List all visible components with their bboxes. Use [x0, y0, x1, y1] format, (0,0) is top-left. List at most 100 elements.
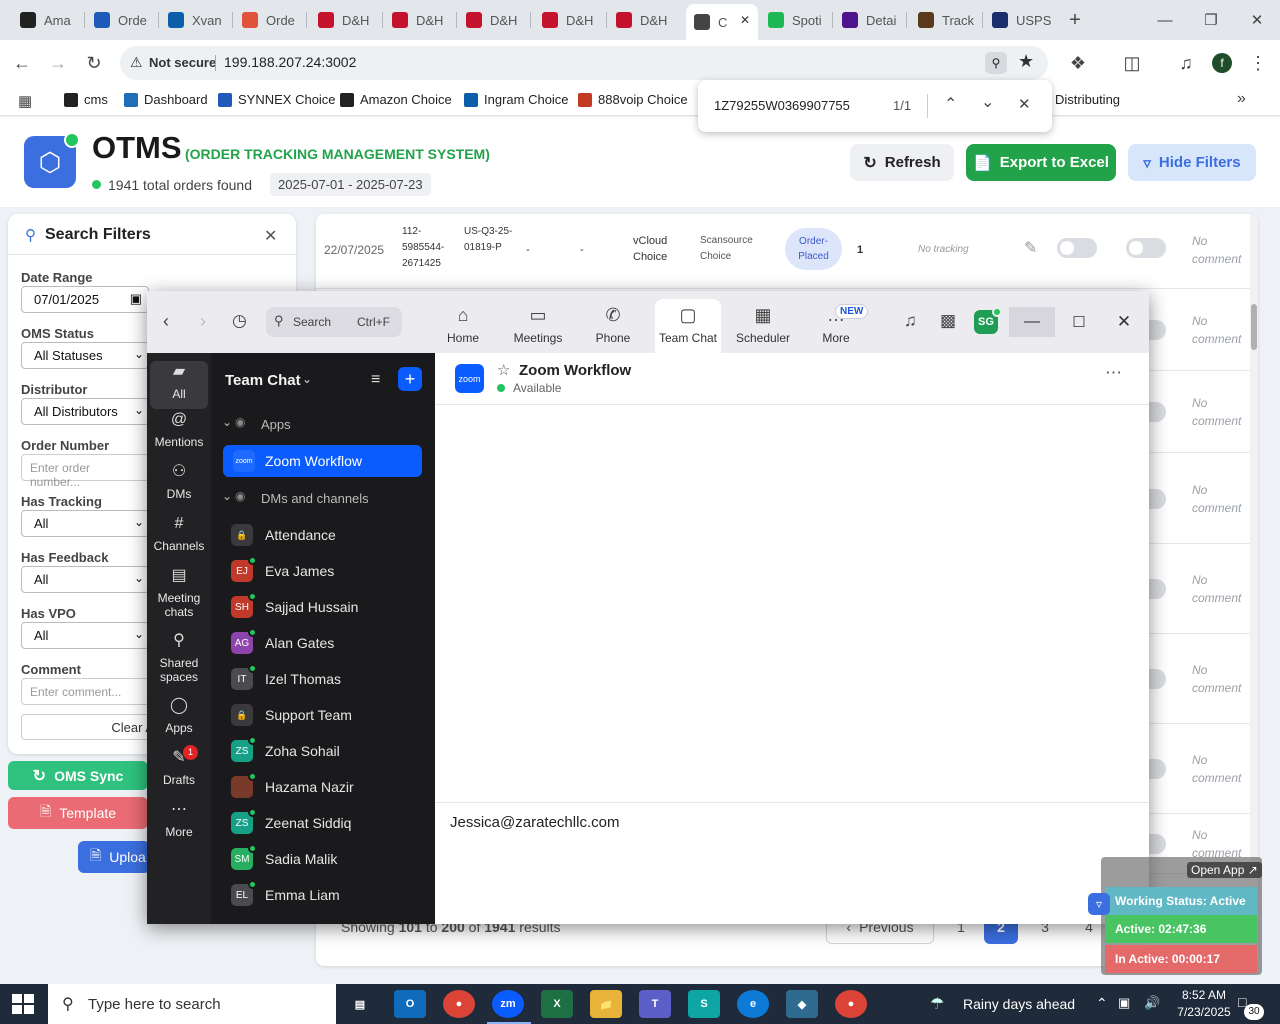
browser-restore-icon[interactable]: ❐ — [1188, 0, 1234, 40]
taskbar-search-box[interactable]: ⚲ Type here to search — [48, 984, 336, 1024]
zoom-tab-phone[interactable]: ✆ Phone — [580, 299, 646, 353]
channel-item[interactable]: SH Sajjad Hussain — [231, 591, 427, 623]
browser-tab[interactable]: D&H — [458, 6, 528, 34]
network-icon[interactable]: ▣ — [1118, 995, 1130, 1011]
chat-options-icon[interactable]: ⋯ — [1105, 363, 1122, 383]
browser-tab[interactable]: D&H — [534, 6, 604, 34]
bookmark-item[interactable]: Amazon Choice — [340, 92, 452, 107]
weather-text[interactable]: Rainy days ahead — [963, 996, 1075, 1012]
apps-grid-icon[interactable]: ▦ — [18, 92, 32, 110]
clear-all-button[interactable]: Clear A — [21, 714, 161, 740]
back-icon[interactable]: ← — [9, 50, 35, 76]
edit-icon[interactable]: ✎ — [1024, 238, 1037, 258]
channel-item[interactable]: AG Alan Gates — [231, 627, 427, 659]
tab-close-icon[interactable]: ✕ — [740, 13, 750, 27]
cast-icon[interactable]: ◫ — [1119, 50, 1145, 76]
table-scrollbar[interactable] — [1250, 214, 1258, 874]
scrollbar-thumb[interactable] — [1251, 304, 1257, 350]
rail-item-all[interactable]: ▰ All — [150, 361, 208, 409]
widget-handle-icon[interactable]: ▿ — [1088, 893, 1110, 915]
media-control-icon[interactable]: ♫ — [1173, 50, 1199, 76]
channel-item[interactable]: 🔒 Support Team — [231, 699, 427, 731]
export-excel-button[interactable]: 📄 Export to Excel — [966, 144, 1116, 181]
rail-item-meeting-chats[interactable]: ▤ Meeting chats — [150, 568, 208, 620]
browser-minimize-icon[interactable]: — — [1142, 0, 1188, 40]
refresh-button[interactable]: ↻ Refresh — [850, 144, 954, 181]
zoom-forward-icon[interactable]: › — [200, 311, 206, 332]
tray-chevron-icon[interactable]: ⌃ — [1096, 995, 1108, 1012]
browser-menu-icon[interactable]: ⋮ — [1245, 50, 1271, 76]
browser-tab[interactable]: D&H — [608, 6, 678, 34]
browser-tab[interactable]: Orde — [234, 6, 304, 34]
rail-item-apps[interactable]: ◯ Apps — [150, 698, 208, 736]
zoom-minimize-icon[interactable]: — — [1009, 307, 1055, 337]
message-composer[interactable]: Jessica@zaratechllc.com — [450, 814, 619, 831]
find-next-icon[interactable]: ⌄ — [981, 92, 994, 112]
channel-item[interactable]: IT Izel Thomas — [231, 663, 427, 695]
bookmark-item[interactable]: cms — [64, 92, 108, 107]
vpo-toggle[interactable] — [1126, 238, 1166, 258]
channel-item[interactable]: ZS Zoha Sohail — [231, 735, 427, 767]
browser-tab[interactable]: D&H — [384, 6, 454, 34]
favorite-star-icon[interactable]: ☆ — [497, 361, 510, 379]
teams-icon[interactable]: T — [639, 990, 671, 1018]
whiteboard-icon[interactable]: ▩ — [940, 311, 956, 331]
app-s-icon[interactable]: S — [688, 990, 720, 1018]
channel-item[interactable]: 🔒 Attendance — [231, 519, 427, 551]
new-chat-button[interactable]: + — [398, 367, 422, 391]
reload-icon[interactable]: ↻ — [81, 50, 107, 76]
distributor-select[interactable]: All Distributors ⌄ — [21, 398, 149, 425]
zoom-tab-home[interactable]: ⌂ Home — [430, 299, 496, 353]
channel-item[interactable]: SM Sadia Malik — [231, 843, 427, 875]
find-query-input[interactable]: 1Z79255W0369907755 — [714, 98, 850, 113]
browser-tab[interactable]: Ama — [12, 6, 82, 34]
excel-icon[interactable]: X — [541, 990, 573, 1018]
zoom-back-icon[interactable]: ‹ — [163, 311, 169, 332]
rail-item-more[interactable]: ⋯ More — [150, 802, 208, 840]
chevron-down-icon[interactable]: ⌄ — [222, 415, 232, 429]
zoom-search-box[interactable]: ⚲ Search Ctrl+F — [266, 307, 402, 337]
browser-tab[interactable]: Xvan — [160, 6, 230, 34]
dms-section-label[interactable]: DMs and channels — [261, 491, 369, 506]
find-in-page-icon[interactable]: ⚲ — [985, 52, 1007, 74]
find-previous-icon[interactable]: ⌃ — [944, 94, 957, 114]
chevron-down-icon[interactable]: ⌄ — [222, 489, 232, 503]
template-button[interactable]: 🗎 Template — [8, 797, 148, 829]
feedback-toggle[interactable] — [1057, 238, 1097, 258]
channel-item[interactable]: ZS Zeenat Siddiq — [231, 807, 427, 839]
edge-icon[interactable]: e — [737, 990, 769, 1018]
hide-filters-button[interactable]: ▿ Hide Filters — [1128, 144, 1256, 181]
chrome-icon[interactable]: ● — [443, 990, 475, 1018]
extensions-icon[interactable]: ❖ — [1065, 50, 1091, 76]
zoom-taskbar-icon[interactable]: zm — [492, 990, 524, 1018]
apps-section-label[interactable]: Apps — [261, 417, 291, 432]
bookmark-item[interactable]: Ingram Choice — [464, 92, 569, 107]
zoom-tab-scheduler[interactable]: ▦ Scheduler — [730, 299, 796, 353]
outlook-icon[interactable]: O — [394, 990, 426, 1018]
order-number-input[interactable]: Enter order number... — [21, 454, 149, 489]
upload-button[interactable]: 🗎 Uploa — [78, 841, 150, 873]
chevron-down-icon[interactable]: ⌄ — [302, 372, 312, 386]
has-tracking-select[interactable]: All ⌄ — [21, 510, 149, 537]
date-from-input[interactable]: 07/01/2025 ▣ — [21, 286, 149, 313]
rail-item-mentions[interactable]: @ Mentions — [150, 412, 208, 450]
oms-status-select[interactable]: All Statuses ⌄ — [21, 342, 149, 369]
chrome-icon[interactable]: ● — [835, 990, 867, 1018]
zoom-tab-meetings[interactable]: ▭ Meetings — [505, 299, 571, 353]
address-bar[interactable]: ⚠ Not secure 199.188.207.24:3002 ⚲ ★ — [120, 46, 1048, 80]
filter-list-icon[interactable]: ≡ — [371, 371, 380, 389]
volume-icon[interactable]: 🔊 — [1144, 995, 1160, 1011]
rail-item-drafts[interactable]: ✎ Drafts 1 — [150, 745, 208, 787]
bookmark-item[interactable]: 888voip Choice — [578, 92, 688, 107]
security-label[interactable]: Not secure — [149, 55, 216, 70]
channel-item[interactable]: EJ Eva James — [231, 555, 427, 587]
zoom-maximize-icon[interactable]: ☐ — [1067, 307, 1091, 337]
url-text[interactable]: 199.188.207.24:3002 — [224, 54, 356, 70]
selected-app-item[interactable]: zoom Zoom Workflow — [223, 445, 422, 477]
browser-tab[interactable]: Spoti — [760, 6, 830, 34]
rail-item-channels[interactable]: # Channels — [150, 516, 208, 554]
file-explorer-icon[interactable]: 📁 — [590, 990, 622, 1018]
forward-icon[interactable]: → — [45, 50, 71, 76]
zoom-history-icon[interactable]: ◷ — [232, 311, 247, 331]
browser-tab[interactable]: D&H — [310, 6, 380, 34]
